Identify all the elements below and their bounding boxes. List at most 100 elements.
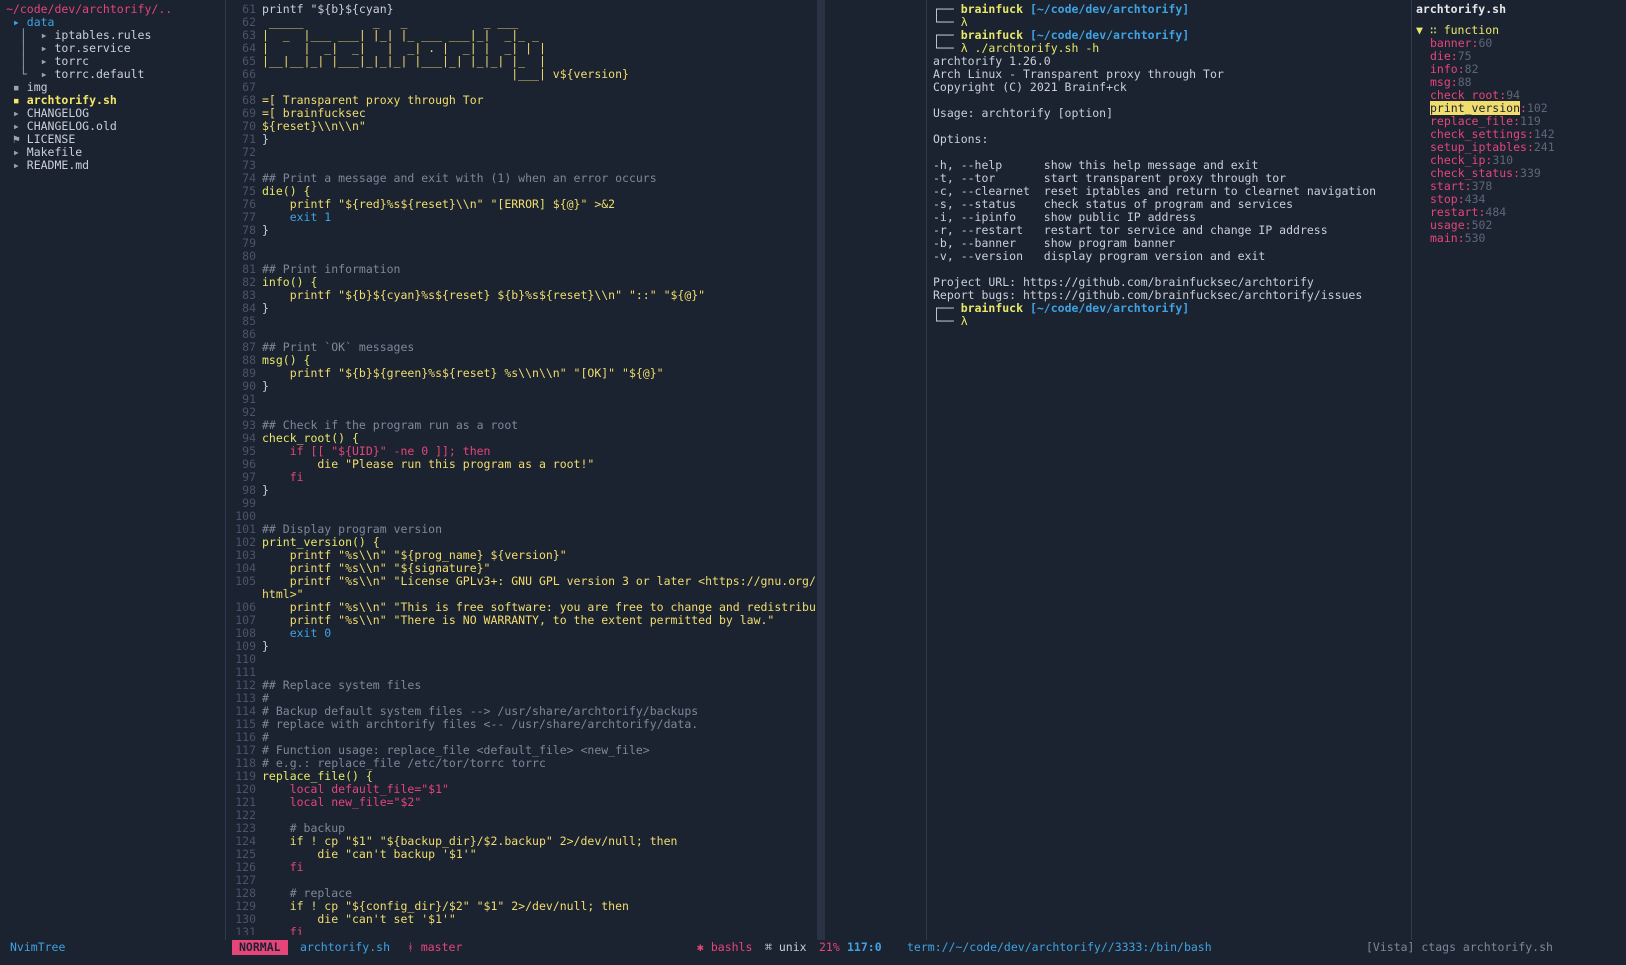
tree-file[interactable]: ▸ README.md xyxy=(6,159,224,172)
code-line[interactable]: 74 ## Print a message and exit with (1) w… xyxy=(230,172,815,185)
code-line[interactable]: 115 # replace with archtorify files <-- /… xyxy=(230,718,815,731)
terminal-output: Copyright (C) 2021 Brainf+ck xyxy=(933,80,1127,94)
command-text: λ ./archtorify.sh -h xyxy=(960,41,1100,55)
code-text: } xyxy=(262,132,269,146)
code-line[interactable]: 112 ## Replace system files xyxy=(230,679,815,692)
prompt-user: brainfuck xyxy=(960,301,1024,315)
code-line[interactable]: 108 exit 0 xyxy=(230,627,815,640)
code-text: } xyxy=(262,379,269,393)
code-line[interactable]: 91 xyxy=(230,393,815,406)
vista-status: [Vista] ctags archtorify.sh xyxy=(1366,940,1553,954)
tree-item-icon: └ ▸ xyxy=(6,67,55,81)
tag-line: 102 xyxy=(1526,101,1548,115)
code-line[interactable]: 85 xyxy=(230,315,815,328)
code-line[interactable]: 77 exit 1 xyxy=(230,211,815,224)
code-text: fi xyxy=(262,860,304,874)
code-text: printf "%s\\n" "There is NO WARRANTY, to… xyxy=(262,613,775,627)
code-text: ## Replace system files xyxy=(262,678,422,692)
code-text: local new_file="$2" xyxy=(262,795,422,809)
code-text: if ! cp "${config_dir}/$2" "$1" 2>/dev/n… xyxy=(262,899,629,913)
code-text: # e.g.: replace_file /etc/tor/torrc torr… xyxy=(262,756,546,770)
prompt-user: brainfuck xyxy=(960,28,1024,42)
code-line[interactable]: 78} xyxy=(230,224,815,237)
vista-outline: archtorify.sh ▼ ∷ function banner:60 die:… xyxy=(1416,3,1621,935)
code-line[interactable]: 109} xyxy=(230,640,815,653)
tag-line: 310 xyxy=(1492,153,1514,167)
tag-name: print_version xyxy=(1430,101,1521,115)
code-line[interactable]: 130 die "can't set '$1'" xyxy=(230,913,815,926)
code-line[interactable]: 89 printf "${b}${green}%s${reset} %s\\n\… xyxy=(230,367,815,380)
code-text: printf "%s\\n" "${signature}" xyxy=(262,561,491,575)
terminal-output: Options: xyxy=(933,132,989,146)
tag-name: main xyxy=(1430,231,1458,245)
prompt-glyph: ┌── xyxy=(933,301,961,315)
tag-line: 530 xyxy=(1464,231,1486,245)
code-editor[interactable]: 61 printf "${b}${cyan} 62 _____ _ _ _ ___ 6… xyxy=(230,3,815,935)
tag-separator: : xyxy=(1464,218,1472,232)
prompt-path: [~/code/dev/archtorify] xyxy=(1029,3,1190,16)
code-line[interactable]: 79 xyxy=(230,237,815,250)
code-text: print_version() { xyxy=(262,535,380,549)
tree-item-label: archtorify.sh xyxy=(26,93,117,107)
tag-separator: : xyxy=(1526,127,1534,141)
code-text: printf "${b}${green}%s${reset} %s\\n\\n"… xyxy=(262,366,664,380)
code-line[interactable]: 72 xyxy=(230,146,815,159)
tree-item-icon: ⚑ xyxy=(6,132,27,146)
status-line: NvimTree NORMAL archtorify.sh ᚼ master ✱… xyxy=(0,940,1626,955)
code-text: local default_file="$1" xyxy=(262,782,449,796)
file-tree: ~/code/dev/archtorify/.. ▸ data │ ▸ ipta… xyxy=(6,3,224,935)
tag-name: setup_iptables xyxy=(1430,140,1527,154)
code-text: } xyxy=(262,223,269,237)
tag-name: info xyxy=(1430,62,1458,76)
code-line[interactable]: 121 local new_file="$2" xyxy=(230,796,815,809)
tree-item-label: iptables.rules xyxy=(54,28,152,42)
tag-name: usage xyxy=(1430,218,1465,232)
code-line[interactable]: 70 ${reset}\\n\\n" xyxy=(230,120,815,133)
code-line[interactable]: 126 fi xyxy=(230,861,815,874)
code-line[interactable]: 99 xyxy=(230,497,815,510)
tag-name: die xyxy=(1430,49,1451,63)
tag-line: 88 xyxy=(1457,75,1472,89)
tag-line: 434 xyxy=(1464,192,1486,206)
git-branch: ᚼ master xyxy=(407,940,463,954)
tag-line: 378 xyxy=(1471,179,1493,193)
code-line[interactable]: 105 printf "%s\\n" "License GPLv3+: GNU … xyxy=(230,575,815,588)
code-line[interactable]: 125 die "can't backup '$1'" xyxy=(230,848,815,861)
code-line[interactable]: 87 ## Print `OK` messages xyxy=(230,341,815,354)
code-text: die "Please run this program as a root!" xyxy=(262,457,595,471)
tag-separator: : xyxy=(1526,140,1534,154)
tree-item-label: torrc.default xyxy=(54,67,145,81)
tag-line: 82 xyxy=(1464,62,1479,76)
terminal-output: Usage: archtorify [option] xyxy=(933,106,1114,120)
command-line[interactable] xyxy=(0,955,1626,965)
tag-name: replace_file xyxy=(1430,114,1514,128)
code-text: # xyxy=(262,730,269,744)
code-line[interactable]: 71} xyxy=(230,133,815,146)
code-line[interactable]: 81 ## Print information xyxy=(230,263,815,276)
tag-name: msg xyxy=(1430,75,1451,89)
code-line[interactable]: 66 |___| v${version} xyxy=(230,68,815,81)
tree-item-icon: ▸ xyxy=(6,158,27,172)
tag-separator: : xyxy=(1513,166,1521,180)
tree-item-icon: ▪ xyxy=(6,80,27,94)
code-line[interactable]: 110 xyxy=(230,653,815,666)
status-filename: archtorify.sh xyxy=(300,940,391,954)
code-line[interactable]: 96 die "Please run this program as a roo… xyxy=(230,458,815,471)
code-text: printf "${b}${cyan}%s${reset} ${b}%s${re… xyxy=(262,288,706,302)
code-text: # backup xyxy=(262,821,346,835)
tag-line: 119 xyxy=(1520,114,1541,128)
tree-item-icon: │ ▸ xyxy=(6,28,55,42)
code-line[interactable]: 84} xyxy=(230,302,815,315)
code-text: |__|__|_| |___|_|_|_| |___|_| |_|_| |_ | xyxy=(262,54,546,68)
code-line[interactable]: 90} xyxy=(230,380,815,393)
code-line[interactable]: 83 printf "${b}${cyan}%s${reset} ${b}%s$… xyxy=(230,289,815,302)
code-line[interactable]: 131 fi xyxy=(230,926,815,936)
code-text: if [[ "${UID}" -ne 0 ]]; then xyxy=(262,444,491,458)
code-text: printf "%s\\n" "${prog_name} ${version}" xyxy=(262,548,567,562)
code-line[interactable]: 98} xyxy=(230,484,815,497)
code-text: printf "%s\\n" "This is free software: y… xyxy=(262,600,815,614)
terminal[interactable]: ┌── brainfuck [~/code/dev/archtorify] └──… xyxy=(933,3,1413,935)
code-line[interactable]: 97 fi xyxy=(230,471,815,484)
editor-scrollbar[interactable] xyxy=(817,0,825,940)
vista-tag[interactable]: main:530 xyxy=(1416,232,1621,245)
